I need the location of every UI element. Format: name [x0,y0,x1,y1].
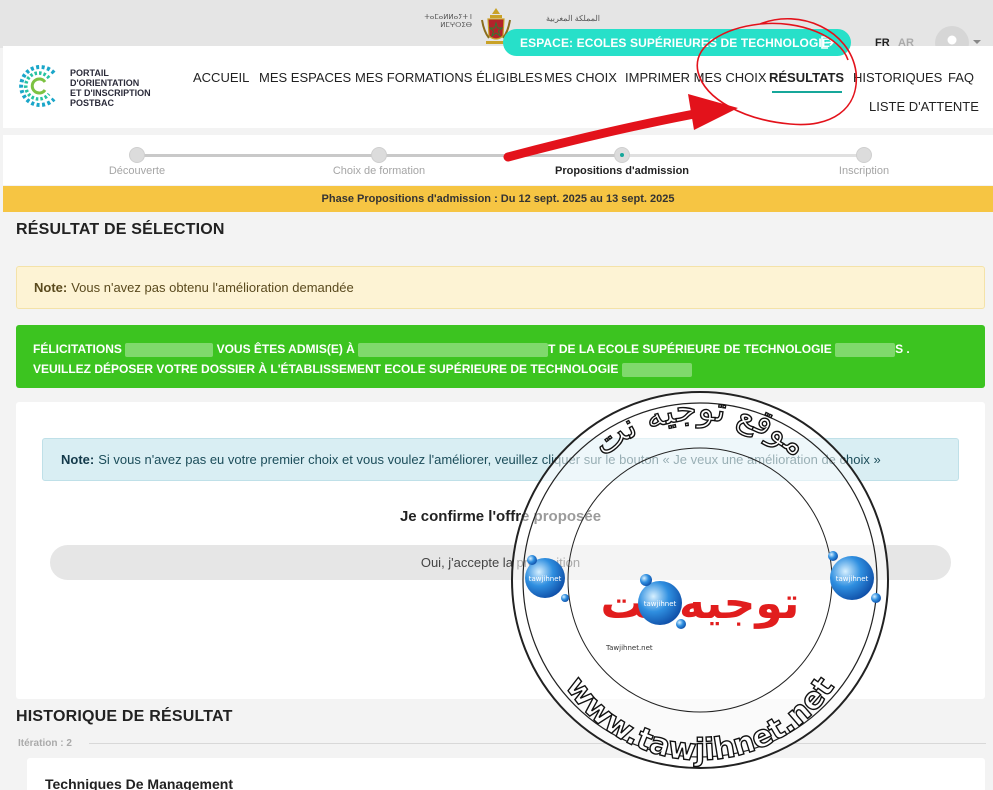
success-line-1: FÉLICITATIONS VOUS ÊTES ADMIS(E) À T DE … [33,342,910,357]
nav-mes-espaces[interactable]: MES ESPACES [259,70,351,85]
step-label-choix: Choix de formation [332,165,426,177]
espace-button[interactable]: ESPACE: ECOLES SUPÉRIEURES DE TECHNOLOGI… [503,29,851,56]
nav-mes-formations[interactable]: MES FORMATIONS ÉLIGIBLES [355,70,543,85]
history-section-title: HISTORIQUE DE RÉSULTAT [16,708,233,725]
nav-accueil[interactable]: ACCUEIL [193,70,249,85]
redacted-establishment [621,362,692,377]
main-header: PORTAIL D'ORIENTATION ET D'INSCRIPTION P… [3,46,993,128]
nav-faq[interactable]: FAQ [948,70,974,85]
nav-mes-choix[interactable]: MES CHOIX [544,70,617,85]
iteration-divider [89,743,986,744]
nav-liste-attente[interactable]: LISTE D'ATTENTE [869,99,979,114]
redacted-formation [358,342,549,357]
logout-icon[interactable] [820,35,835,50]
improvement-note: Note: Vous n'avez pas obtenu l'améliorat… [16,266,985,309]
nav-imprimer-choix[interactable]: IMPRIMER MES CHOIX [625,70,767,85]
history-item-title: Techniques De Management [45,776,234,790]
upgrade-note-label: Note: [61,452,95,467]
success-line-2: VEUILLEZ DÉPOSER VOTRE DOSSIER À L'ÉTABL… [33,359,985,379]
chevron-down-icon[interactable] [973,40,981,44]
accept-offer-button[interactable]: Oui, j'accepte la proposition [50,545,951,580]
step-label-propositions: Propositions d'admission [554,165,690,177]
phase-banner: Phase Propositions d'admission : Du 12 s… [3,186,993,212]
upgrade-choice-note: Note: Si vous n'avez pas eu votre premie… [42,438,959,481]
portal-logo-icon [19,65,56,107]
iteration-label: Itération : 2 [18,738,72,749]
improvement-note-label: Note: [34,280,68,295]
confirm-offer-title: Je confirme l'offre proposée [399,508,602,525]
improvement-note-text: Vous n'avez pas obtenu l'amélioration de… [71,280,354,295]
upgrade-note-text: Si vous n'avez pas eu votre premier choi… [98,452,881,467]
gov-tifinagh-text: ⵜⴰⵎⴰⵍⵍⴰⵢⵜ ⵏ ⵍⵎⵖⵔⵉⴱ [424,14,472,29]
redacted-city [835,342,896,357]
step-dot-propositions [614,147,630,163]
step-dot-choix [371,147,387,163]
step-dot-decouverte [129,147,145,163]
nav-resultats[interactable]: RÉSULTATS [769,70,844,85]
nav-active-underline [772,91,842,93]
step-dot-inscription [856,147,872,163]
history-item-card: Techniques De Management [27,758,985,790]
gov-arabic-text: المملكة المغربية [546,14,600,23]
nav-historiques[interactable]: HISTORIQUES [853,70,942,85]
redacted-name [125,342,214,357]
espace-label: ESPACE: ECOLES SUPÉRIEURES DE TECHNOLOGI… [520,35,830,50]
confirm-offer-card: Note: Si vous n'avez pas eu votre premie… [16,402,985,699]
admission-success-banner: FÉLICITATIONS VOUS ÊTES ADMIS(E) À T DE … [16,325,985,388]
portal-logo-text: PORTAIL D'ORIENTATION ET D'INSCRIPTION P… [70,68,151,108]
progress-stepper: Découverte Choix de formation Propositio… [3,135,993,185]
step-label-inscription: Inscription [838,165,890,177]
result-section-title: RÉSULTAT DE SÉLECTION [16,221,225,238]
step-label-decouverte: Découverte [108,165,166,177]
